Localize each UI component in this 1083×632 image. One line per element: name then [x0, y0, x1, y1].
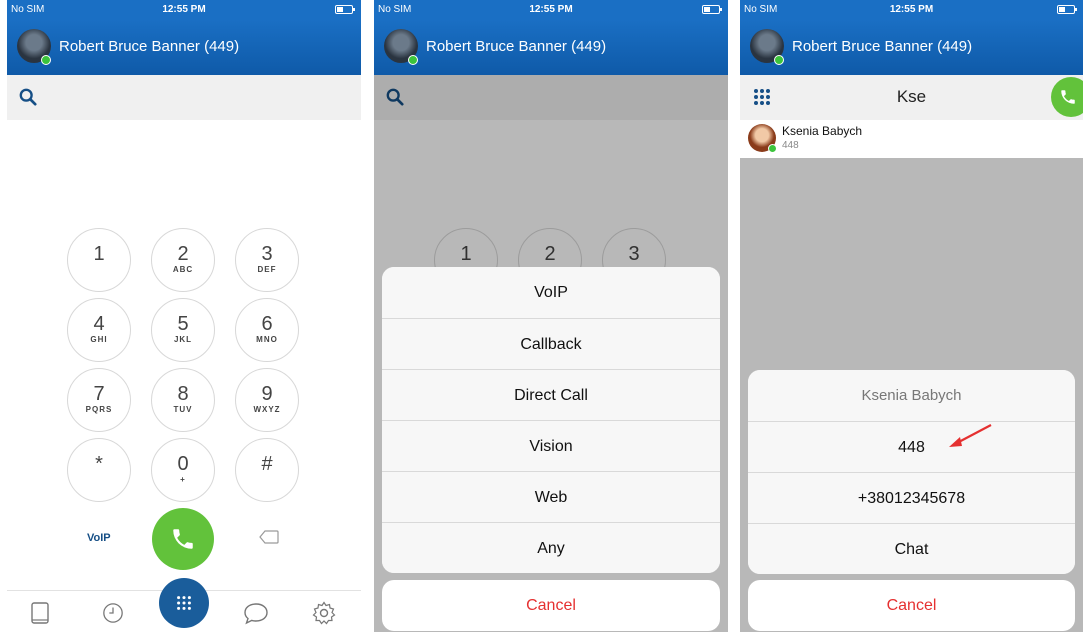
call-button[interactable]	[1051, 77, 1083, 117]
phone-icon	[173, 529, 193, 549]
key-digit: 6	[261, 313, 273, 335]
key-digit: 9	[261, 383, 273, 405]
key-letters: ABC	[172, 265, 194, 274]
status-bar: No SIM 12:55 PM	[7, 0, 361, 20]
dial-input-bar: Kse	[740, 75, 1083, 120]
gear-icon[interactable]	[312, 601, 336, 625]
contacts-book-icon[interactable]	[29, 601, 51, 625]
option-chat[interactable]: Chat	[748, 523, 1075, 574]
call-mode-button[interactable]: VoIP	[87, 532, 111, 544]
key-4[interactable]: 4 GHI	[67, 298, 131, 362]
option-web[interactable]: Web	[382, 471, 720, 522]
status-time: 12:55 PM	[162, 4, 206, 15]
dialpad-fab[interactable]	[159, 578, 209, 628]
option-direct-call[interactable]: Direct Call	[382, 369, 720, 420]
key-letters: MNO	[256, 335, 278, 344]
key-2[interactable]: 2 ABC	[151, 228, 215, 292]
cancel-button[interactable]: Cancel	[748, 580, 1075, 631]
contact-name: Ksenia Babych	[782, 124, 863, 138]
key-digit: *	[95, 453, 103, 475]
key-digit: 1	[93, 243, 105, 265]
online-status-dot	[408, 55, 418, 65]
status-time: 12:55 PM	[529, 4, 573, 15]
call-type-sheet: VoIP Callback Direct Call Vision Web Any	[382, 267, 720, 573]
status-bar: No SIM 12:55 PM	[740, 0, 1083, 20]
contact-action-sheet: Ksenia Babych 448 +38012345678 Chat	[748, 370, 1075, 574]
key-letters: JKL	[173, 335, 193, 344]
status-bar: No SIM 12:55 PM	[374, 0, 728, 20]
key-3[interactable]: 3 DEF	[235, 228, 299, 292]
key-letters: PQRS	[85, 405, 113, 414]
key-star[interactable]: *	[67, 438, 131, 502]
key-digit: 8	[177, 383, 189, 405]
annotation-arrow-icon	[949, 424, 992, 447]
call-button[interactable]	[152, 508, 214, 570]
dialpad-icon	[177, 596, 191, 610]
key-8[interactable]: 8 TUV	[151, 368, 215, 432]
dialer-screen: No SIM 12:55 PM Robert Bruce Banner (449…	[7, 0, 361, 632]
contact-result[interactable]: Ksenia Babych 448	[748, 122, 1083, 158]
sheet-title: Ksenia Babych	[748, 370, 1075, 421]
option-voip[interactable]: VoIP	[382, 267, 720, 318]
user-name: Robert Bruce Banner (449)	[426, 38, 607, 55]
contact-search-screen: No SIM 12:55 PM Robert Bruce Banner (449…	[740, 0, 1083, 632]
key-6[interactable]: 6 MNO	[235, 298, 299, 362]
option-extension[interactable]: 448	[748, 421, 1075, 472]
backspace-icon[interactable]	[259, 530, 279, 544]
key-digit: 4	[93, 313, 105, 335]
key-1[interactable]: 1	[67, 228, 131, 292]
battery-icon	[335, 5, 355, 14]
key-9[interactable]: 9 WXYZ	[235, 368, 299, 432]
option-vision[interactable]: Vision	[382, 420, 720, 471]
key-digit: 3	[261, 243, 273, 265]
user-header[interactable]: Robert Bruce Banner (449)	[374, 20, 728, 75]
key-5[interactable]: 5 JKL	[151, 298, 215, 362]
online-status-dot	[774, 55, 784, 65]
phone-icon	[1061, 90, 1075, 104]
cancel-button[interactable]: Cancel	[382, 580, 720, 631]
key-digit: 7	[93, 383, 105, 405]
key-letters: GHI	[90, 335, 108, 344]
clock-icon[interactable]	[102, 601, 124, 625]
key-letters: WXYZ	[253, 405, 281, 414]
key-digit: 5	[177, 313, 189, 335]
dial-input[interactable]: Kse	[740, 87, 1083, 107]
user-header[interactable]: Robert Bruce Banner (449)	[7, 20, 361, 75]
status-time: 12:55 PM	[889, 4, 934, 15]
contact-number: 448	[782, 140, 799, 151]
battery-icon	[702, 5, 722, 14]
search-bar[interactable]	[7, 75, 361, 120]
key-0[interactable]: 0 +	[151, 438, 215, 502]
key-7[interactable]: 7 PQRS	[67, 368, 131, 432]
search-icon[interactable]	[19, 88, 37, 106]
key-digit: 0	[177, 453, 189, 475]
key-letters: +	[180, 475, 186, 484]
key-letters: TUV	[173, 405, 193, 414]
battery-icon	[1057, 5, 1077, 14]
key-digit: #	[261, 453, 273, 475]
user-name: Robert Bruce Banner (449)	[59, 38, 240, 55]
key-hash[interactable]: #	[235, 438, 299, 502]
online-status-dot	[41, 55, 51, 65]
option-callback[interactable]: Callback	[382, 318, 720, 369]
option-any[interactable]: Any	[382, 522, 720, 573]
user-header[interactable]: Robert Bruce Banner (449)	[740, 20, 1083, 75]
call-type-screen: No SIM 12:55 PM Robert Bruce Banner (449…	[374, 0, 728, 632]
option-phone-number[interactable]: +38012345678	[748, 472, 1075, 523]
chat-bubble-icon[interactable]	[243, 601, 269, 625]
online-status-dot	[768, 144, 777, 153]
key-letters: DEF	[257, 265, 277, 274]
user-name: Robert Bruce Banner (449)	[792, 38, 973, 55]
key-digit: 2	[177, 243, 189, 265]
